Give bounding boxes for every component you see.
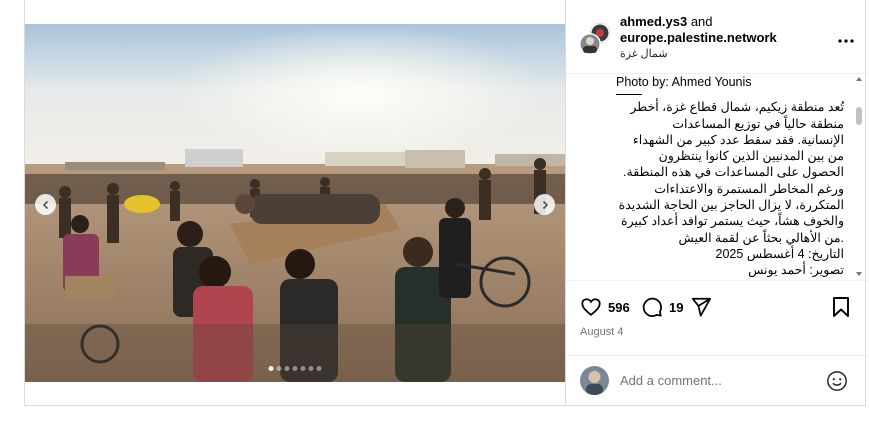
carousel-dot xyxy=(284,366,290,371)
caption-area: Photo by: Ahmed Younis تُعد منطقة زيكيم،… xyxy=(566,74,868,281)
post-header: ahmed.ys3 and europe.palestine.network ش… xyxy=(566,0,868,74)
caption-line: التاريخ: 4 أغسطس 2025 xyxy=(715,246,844,261)
post-dialog: ahmed.ys3 and europe.palestine.network ش… xyxy=(24,0,868,406)
bookmark-icon xyxy=(833,297,849,317)
collab-avatars[interactable] xyxy=(578,22,611,55)
previous-photo-button[interactable] xyxy=(35,194,56,215)
caption-arabic: تُعد منطقة زيكيم، شمال قطاع غزة، أخطر منط… xyxy=(616,99,844,278)
post-photo[interactable] xyxy=(25,24,565,382)
heart-icon[interactable] xyxy=(580,296,602,318)
caption-line: تُعد منطقة زيكيم، شمال قطاع غزة، أخطر xyxy=(630,100,844,115)
post-actions: 596 19 xyxy=(580,296,850,320)
caption-line: والخوف هشاً، حيث يستمر توافد أعداد كبيرة xyxy=(621,214,844,229)
avatar[interactable] xyxy=(580,366,609,395)
caption-scrollbar[interactable] xyxy=(854,74,864,280)
caption-line: المتكررة، لا يزال الحاجز بين الحاجة الشد… xyxy=(618,198,844,213)
carousel-dot xyxy=(316,366,322,371)
chevron-right-icon xyxy=(542,200,548,209)
chevron-left-icon xyxy=(42,200,48,209)
caption-line: .من الأهالي بحثاً عن لقمة العيش xyxy=(678,230,844,245)
comment-input[interactable]: Add a comment... xyxy=(620,373,722,388)
caption-line: الإنسانية. فقد سقط عدد كبير من الشهداء xyxy=(632,132,844,147)
post-date[interactable]: August 4 xyxy=(580,326,623,338)
emoji-button[interactable] xyxy=(826,370,848,397)
photo-credit: Photo by: Ahmed Younis xyxy=(616,75,752,89)
caption-text: Photo by: Ahmed Younis تُعد منطقة زيكيم،… xyxy=(616,74,844,279)
carousel-dot xyxy=(308,366,314,371)
more-options-icon xyxy=(838,39,854,43)
like-group: 596 xyxy=(580,296,630,318)
comment-composer: Add a comment... xyxy=(566,355,868,407)
post-side-panel: ahmed.ys3 and europe.palestine.network ش… xyxy=(565,0,868,406)
caption-line: ورغم المخاطر المستمرة والاعتداءات xyxy=(654,181,844,196)
location-link[interactable]: شمال غزة xyxy=(620,46,777,62)
like-count[interactable]: 596 xyxy=(608,300,630,315)
post-authors: ahmed.ys3 and europe.palestine.network ش… xyxy=(620,14,777,62)
caption-line: منطقة حالياً في توزيع المساعدات xyxy=(672,116,844,131)
author-link-1[interactable]: ahmed.ys3 xyxy=(620,14,687,29)
caption-line: من بين المدنيين الذين كانوا ينتظرون xyxy=(658,149,844,164)
save-button[interactable] xyxy=(831,296,851,318)
comment-bubble-icon[interactable] xyxy=(641,296,663,318)
next-photo-button[interactable] xyxy=(534,194,555,215)
caption-line: الحصول على المساعدات في هذه المنطقة. xyxy=(623,165,844,180)
carousel-dot xyxy=(268,366,274,371)
caption-divider xyxy=(616,94,642,96)
carousel-indicator xyxy=(268,366,322,371)
more-options-button[interactable] xyxy=(838,30,854,48)
smiley-icon xyxy=(827,371,847,391)
carousel-dot xyxy=(300,366,306,371)
caption-line: تصوير: أحمد يونس xyxy=(748,263,844,278)
comment-group: 19 xyxy=(641,296,683,318)
carousel-dot xyxy=(276,366,282,371)
comment-count[interactable]: 19 xyxy=(669,300,683,315)
carousel-dot xyxy=(292,366,298,371)
send-icon xyxy=(691,297,712,317)
share-button[interactable] xyxy=(690,296,712,318)
author-joiner: and xyxy=(690,14,713,29)
author-link-2[interactable]: europe.palestine.network xyxy=(620,30,777,45)
photo-scene xyxy=(25,24,565,382)
